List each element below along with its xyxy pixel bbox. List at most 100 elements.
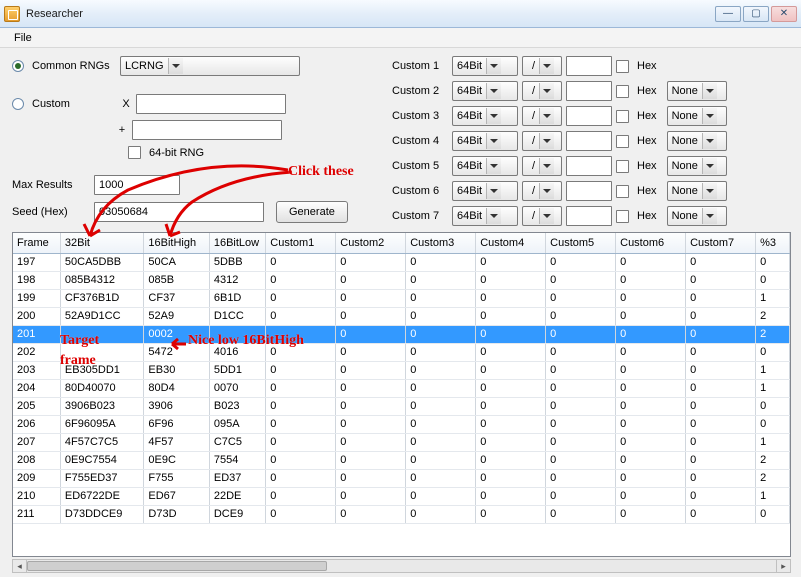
table-cell: ED37: [209, 469, 265, 487]
table-cell: 0: [616, 379, 686, 397]
maximize-button[interactable]: ▢: [743, 6, 769, 22]
column-header[interactable]: Frame: [13, 233, 60, 253]
custom-op-select[interactable]: /: [522, 81, 562, 101]
table-cell: 0: [266, 361, 336, 379]
custom-op-select[interactable]: /: [522, 181, 562, 201]
custom-type-select[interactable]: 64Bit: [452, 106, 518, 126]
menu-file[interactable]: File: [8, 31, 38, 45]
table-header-row[interactable]: Frame32Bit16BitHigh16BitLowCustom1Custom…: [13, 233, 790, 253]
custom-op-select[interactable]: /: [522, 206, 562, 226]
scroll-thumb[interactable]: [27, 561, 327, 571]
x-label: X: [120, 98, 132, 110]
custom-value-input[interactable]: [566, 131, 612, 151]
custom-type-select[interactable]: 64Bit: [452, 81, 518, 101]
table-row[interactable]: 211D73DDCE9D73DDCE900000000: [13, 505, 790, 523]
custom-value-input[interactable]: [566, 81, 612, 101]
custom-hex-checkbox[interactable]: [616, 110, 629, 123]
custom-x-input[interactable]: [136, 94, 286, 114]
seed-input[interactable]: 03050684: [94, 202, 264, 222]
table-row[interactable]: 203EB305DD1EB305DD100000001: [13, 361, 790, 379]
horizontal-scrollbar[interactable]: ◂ ▸: [12, 559, 791, 573]
custom-type-select[interactable]: 64Bit: [452, 181, 518, 201]
column-header[interactable]: 16BitHigh: [144, 233, 209, 253]
table-row[interactable]: 19750CA5DBB50CA5DBB00000000: [13, 253, 790, 271]
column-header[interactable]: Custom3: [406, 233, 476, 253]
table-cell: 5472: [144, 343, 209, 361]
column-header[interactable]: %3: [756, 233, 790, 253]
custom-plus-input[interactable]: [132, 120, 282, 140]
results-table[interactable]: Frame32Bit16BitHigh16BitLowCustom1Custom…: [12, 232, 791, 557]
custom-none-select[interactable]: None: [667, 206, 727, 226]
common-rngs-select[interactable]: LCRNG: [120, 56, 300, 76]
custom-value-input[interactable]: [566, 206, 612, 226]
custom-hex-checkbox[interactable]: [616, 160, 629, 173]
table-cell: 0: [406, 271, 476, 289]
table-row[interactable]: 198085B4312085B431200000000: [13, 271, 790, 289]
table-row[interactable]: 2066F96095A6F96095A00000000: [13, 415, 790, 433]
column-header[interactable]: Custom2: [336, 233, 406, 253]
column-header[interactable]: Custom6: [616, 233, 686, 253]
custom-op-select[interactable]: /: [522, 56, 562, 76]
custom-hex-label: Hex: [637, 60, 657, 72]
column-header[interactable]: Custom5: [546, 233, 616, 253]
table-row[interactable]: 20100020000002: [13, 325, 790, 343]
custom-none-select[interactable]: None: [667, 81, 727, 101]
custom-none-select[interactable]: None: [667, 156, 727, 176]
custom-op-select[interactable]: /: [522, 131, 562, 151]
column-header[interactable]: Custom4: [476, 233, 546, 253]
custom-hex-checkbox[interactable]: [616, 60, 629, 73]
column-header[interactable]: Custom7: [686, 233, 756, 253]
64bit-rng-checkbox[interactable]: [128, 146, 141, 159]
max-results-label: Max Results: [12, 179, 90, 191]
table-body: 19750CA5DBB50CA5DBB00000000198085B431208…: [13, 253, 790, 523]
table-cell: 2: [756, 307, 790, 325]
custom-none-select[interactable]: None: [667, 181, 727, 201]
custom-type-select[interactable]: 64Bit: [452, 131, 518, 151]
custom-op-select[interactable]: /: [522, 156, 562, 176]
table-cell: 0: [546, 433, 616, 451]
table-cell: 0: [686, 325, 756, 343]
custom-none-select[interactable]: None: [667, 106, 727, 126]
custom-value-input[interactable]: [566, 181, 612, 201]
max-results-input[interactable]: 1000: [94, 175, 180, 195]
column-header[interactable]: 32Bit: [60, 233, 144, 253]
table-row[interactable]: 2080E9C75540E9C755400000002: [13, 451, 790, 469]
custom-type-select[interactable]: 64Bit: [452, 56, 518, 76]
table-row[interactable]: 2053906B0233906B02300000000: [13, 397, 790, 415]
custom-type-select[interactable]: 64Bit: [452, 206, 518, 226]
custom-op-select[interactable]: /: [522, 106, 562, 126]
custom-hex-checkbox[interactable]: [616, 185, 629, 198]
custom-hex-checkbox[interactable]: [616, 135, 629, 148]
custom-value-input[interactable]: [566, 106, 612, 126]
table-cell: EB30: [144, 361, 209, 379]
scroll-right-icon[interactable]: ▸: [776, 560, 790, 572]
table-cell: [60, 325, 144, 343]
table-cell: 0: [406, 325, 476, 343]
custom-none-select[interactable]: None: [667, 131, 727, 151]
column-header[interactable]: 16BitLow: [209, 233, 265, 253]
table-row[interactable]: 2074F57C7C54F57C7C500000001: [13, 433, 790, 451]
table-row[interactable]: 209F755ED37F755ED3700000002: [13, 469, 790, 487]
scroll-left-icon[interactable]: ◂: [13, 560, 27, 572]
table-row[interactable]: 2025472401600000000: [13, 343, 790, 361]
table-cell: 0: [266, 451, 336, 469]
custom-rng-radio[interactable]: [12, 98, 24, 110]
custom-hex-checkbox[interactable]: [616, 210, 629, 223]
close-button[interactable]: ✕: [771, 6, 797, 22]
custom-value-input[interactable]: [566, 56, 612, 76]
table-cell: ED6722DE: [60, 487, 144, 505]
custom-value-input[interactable]: [566, 156, 612, 176]
minimize-button[interactable]: —: [715, 6, 741, 22]
table-row[interactable]: 20480D4007080D4007000000001: [13, 379, 790, 397]
custom-hex-checkbox[interactable]: [616, 85, 629, 98]
table-row[interactable]: 199CF376B1DCF376B1D00000001: [13, 289, 790, 307]
generate-button[interactable]: Generate: [276, 201, 348, 223]
table-row[interactable]: 210ED6722DEED6722DE00000001: [13, 487, 790, 505]
custom-type-select[interactable]: 64Bit: [452, 156, 518, 176]
column-header[interactable]: Custom1: [266, 233, 336, 253]
table-cell: 201: [13, 325, 60, 343]
common-rngs-radio[interactable]: [12, 60, 24, 72]
table-row[interactable]: 20052A9D1CC52A9D1CC00000002: [13, 307, 790, 325]
table-cell: 0: [476, 325, 546, 343]
chevron-down-icon: [486, 58, 501, 74]
